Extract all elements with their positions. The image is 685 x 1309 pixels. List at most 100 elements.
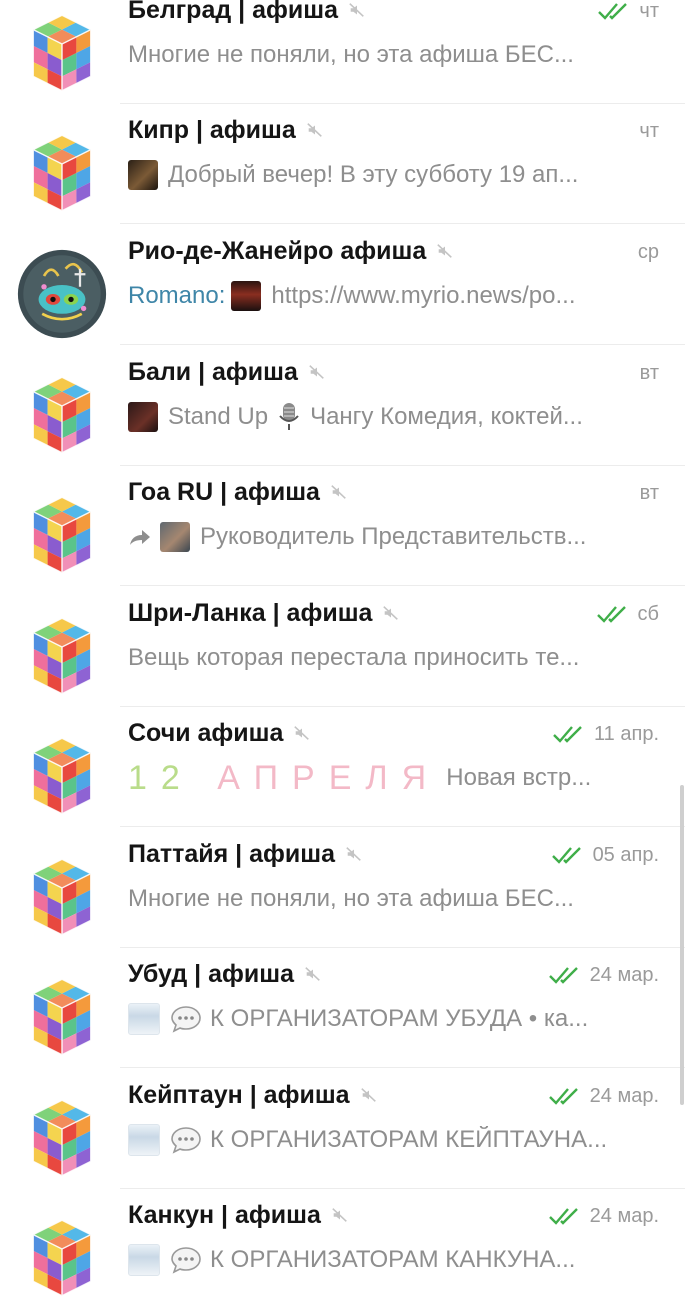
rubiks-cube-icon (17, 1213, 107, 1303)
photo-thumbnail (128, 402, 158, 432)
chat-row-sochi[interactable]: Сочи афиша 11 апр. 12 АПРЕЛЯ Новая встр.… (0, 707, 685, 827)
rubiks-cube-icon (17, 490, 107, 580)
muted-speaker-icon (346, 847, 361, 861)
preview-text: Руководитель Представительств... (200, 523, 587, 550)
chat-row-cyprus[interactable]: Кипр | афиша чт Добрый вечер! В эту субб… (0, 104, 685, 224)
rubiks-cube-icon (17, 370, 107, 460)
photo-thumbnail (160, 522, 190, 552)
chat-date: 05 апр. (592, 843, 659, 866)
chat-date: сб (637, 602, 659, 625)
chat-name: Белград | афиша (128, 0, 338, 24)
preview-text: Многие не поняли, но эта афиша БЕС... (128, 41, 574, 68)
chat-preview: Многие не поняли, но эта афиша БЕС... (128, 881, 658, 917)
chat-name: Бали | афиша (128, 357, 298, 386)
divider (120, 344, 685, 345)
chat-date: ср (637, 240, 659, 263)
photo-thumbnail (128, 1003, 160, 1035)
preview-text: Чангу Комедия, коктей... (310, 403, 583, 430)
muted-speaker-icon (309, 365, 324, 379)
rubiks-cube-icon (17, 1093, 107, 1183)
scrollbar[interactable] (680, 785, 684, 1105)
photo-thumbnail (128, 160, 158, 190)
preview-text: Вещь которая перестала приносить те... (128, 644, 580, 671)
chat-name: Канкун | афиша (128, 1200, 321, 1229)
muted-speaker-icon (307, 123, 322, 137)
divider (120, 585, 685, 586)
chat-row-cape-town[interactable]: Кейптаун | афиша 24 мар. К ОРГАНИЗАТОРАМ… (0, 1069, 685, 1189)
double-check-icon (548, 967, 578, 984)
chat-row-pattaya[interactable]: Паттайя | афиша 05 апр. Многие не поняли… (0, 828, 685, 948)
rubiks-cube-icon (17, 731, 107, 821)
rubiks-cube-icon (17, 852, 107, 942)
chat-row-ubud[interactable]: Убуд | афиша 24 мар. К ОРГАНИЗАТОРАМ УБУ… (0, 948, 685, 1068)
double-check-icon (553, 726, 582, 743)
speech-bubble-icon (171, 1247, 201, 1274)
preview-text: Новая встр... (446, 764, 592, 791)
chat-name: Сочи афиша (128, 718, 284, 747)
double-check-icon (548, 1088, 578, 1105)
chat-row-cancun[interactable]: Канкун | афиша 24 мар. К ОРГАНИЗАТОРАМ К… (0, 1189, 685, 1309)
preview-sender: Romano: (128, 282, 226, 309)
chat-row-rio[interactable]: Рио-де-Жанейро афиша ср Romano: https://… (0, 225, 685, 345)
rubiks-cube-icon (17, 972, 107, 1062)
divider (120, 223, 685, 224)
muted-speaker-icon (360, 1088, 376, 1102)
double-check-icon (598, 3, 628, 20)
chat-name: Рио-де-Жанейро афиша (128, 236, 427, 265)
photo-thumbnail (128, 1244, 160, 1276)
chat-preview: Руководитель Представительств... (128, 519, 658, 555)
chat-row-sri-lanka[interactable]: Шри-Ланка | афиша сб Вещь которая перест… (0, 587, 685, 707)
divider (120, 1067, 685, 1068)
photo-thumbnail (128, 1124, 160, 1156)
chat-preview: Romano: https://www.myrio.news/po... (128, 278, 658, 314)
chat-name: Кейптаун | афиша (128, 1080, 350, 1109)
preview-text: К ОРГАНИЗАТОРАМ КАНКУНА... (210, 1246, 576, 1273)
muted-speaker-icon (331, 485, 346, 499)
chat-preview: К ОРГАНИЗАТОРАМ КЕЙПТАУНА... (128, 1122, 658, 1158)
preview-text: К ОРГАНИЗАТОРАМ КЕЙПТАУНА... (210, 1126, 608, 1153)
preview-big-date: 12 АПРЕЛЯ (128, 760, 441, 796)
divider (120, 826, 685, 827)
rubiks-cube-icon (17, 8, 107, 98)
chat-date: вт (639, 481, 659, 504)
preview-text: https://www.myrio.news/po... (271, 282, 576, 309)
chat-preview: 12 АПРЕЛЯ Новая встр... (128, 760, 658, 796)
forward-arrow-icon (130, 530, 150, 545)
chat-date: 24 мар. (589, 1084, 659, 1107)
chat-name: Шри-Ланка | афиша (128, 598, 373, 627)
chat-name: Кипр | афиша (128, 115, 296, 144)
muted-speaker-icon (437, 244, 453, 258)
speech-bubble-icon (171, 1006, 201, 1033)
chat-date: вт (639, 361, 659, 384)
rubiks-cube-icon (17, 611, 107, 701)
chat-name: Паттайя | афиша (128, 839, 335, 868)
chat-date: 24 мар. (589, 963, 659, 986)
chat-row-goa[interactable]: Гоа RU | афиша вт Руководитель Представи… (0, 466, 685, 586)
double-check-icon (596, 606, 626, 623)
chat-row-belgrade[interactable]: Белград | афиша чт Многие не поняли, но … (0, 0, 685, 104)
chat-preview: Многие не поняли, но эта афиша БЕС... (128, 37, 658, 73)
double-check-icon (551, 847, 581, 864)
chat-date: 24 мар. (589, 1204, 659, 1227)
muted-speaker-icon (332, 1208, 347, 1222)
chat-preview: Добрый вечер! В эту субботу 19 ап... (128, 157, 658, 193)
muted-speaker-icon (294, 726, 310, 740)
chat-name: Убуд | афиша (128, 959, 294, 988)
muted-speaker-icon (383, 606, 399, 620)
chat-row-bali[interactable]: Бали | афиша вт Stand Up Чангу Комедия, … (0, 346, 685, 466)
chat-preview: К ОРГАНИЗАТОРАМ КАНКУНА... (128, 1242, 658, 1278)
muted-speaker-icon (305, 967, 320, 981)
microphone-icon (279, 403, 299, 430)
chat-date: чт (639, 0, 659, 22)
preview-text-a: Stand Up (168, 403, 269, 430)
chat-preview: Вещь которая перестала приносить те... (128, 640, 658, 676)
speech-bubble-icon (171, 1127, 201, 1154)
rio-carnival-mask-icon (17, 249, 107, 339)
photo-thumbnail (231, 281, 262, 311)
preview-text: К ОРГАНИЗАТОРАМ УБУДА • ка... (210, 1005, 589, 1032)
double-check-icon (548, 1208, 578, 1225)
chat-date: чт (639, 119, 659, 142)
chat-preview: К ОРГАНИЗАТОРАМ УБУДА • ка... (128, 1001, 658, 1037)
muted-speaker-icon (349, 3, 364, 17)
rubiks-cube-icon (17, 128, 107, 218)
